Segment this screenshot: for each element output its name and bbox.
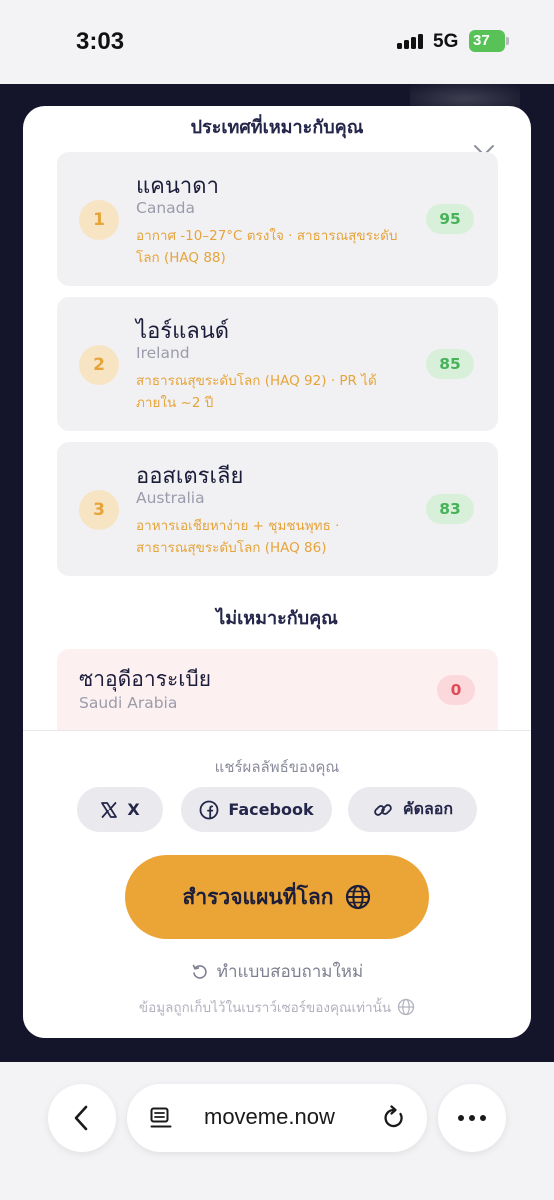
country-name-th: ซาอุดีอาระเบีย <box>79 667 212 691</box>
country-card-ireland[interactable]: 2 ไอร์แลนด์ Ireland สาธารณสุขระดับโลก (H… <box>57 297 498 431</box>
status-bar: 3:03 5G 37 <box>0 0 554 84</box>
address-bar[interactable]: moveme.now <box>127 1084 427 1152</box>
retake-label: ทำแบบสอบถามใหม่ <box>216 962 364 982</box>
modal-title: ประเทศที่เหมาะกับคุณ <box>190 117 364 138</box>
x-logo-icon <box>101 801 118 818</box>
rank-badge: 3 <box>79 490 119 530</box>
globe-icon <box>346 884 371 910</box>
country-name-en: Australia <box>136 489 205 507</box>
more-options-button[interactable] <box>438 1084 506 1152</box>
network-label: 5G <box>433 31 459 52</box>
reader-mode-icon[interactable] <box>149 1106 173 1130</box>
country-name-en: Saudi Arabia <box>79 694 178 712</box>
match-reason: สาธารณสุขระดับโลก (HAQ 92) · PR ได้ภายใน… <box>136 373 377 411</box>
country-card-canada[interactable]: 1 แคนาดา Canada อากาศ -10–27°C ตรงใจ · ส… <box>57 152 498 286</box>
country-name-th: ไอร์แลนด์ <box>136 319 230 344</box>
country-name-en: Canada <box>136 199 195 217</box>
country-name-th: ออสเตรเลีย <box>136 464 244 489</box>
match-score-badge: 83 <box>426 494 474 524</box>
status-time: 3:03 <box>76 28 125 55</box>
not-suitable-title: ไม่เหมาะกับคุณ <box>216 608 338 629</box>
battery-level: 37 <box>473 32 490 49</box>
explore-world-map-button[interactable]: สำรวจแผนที่โลก <box>125 855 429 939</box>
share-x-button[interactable]: X <box>77 787 163 832</box>
dot <box>480 1115 486 1121</box>
back-button[interactable] <box>48 1084 116 1152</box>
rank-badge: 2 <box>79 345 119 385</box>
match-score-badge: 85 <box>426 349 474 379</box>
country-name-en: Ireland <box>136 344 190 362</box>
copy-link-button[interactable]: คัดลอก <box>348 787 477 832</box>
match-score-badge: 0 <box>437 675 475 705</box>
chevron-left-icon <box>74 1105 88 1131</box>
share-facebook-label: Facebook <box>228 800 314 819</box>
link-icon <box>374 803 392 816</box>
rank-badge: 1 <box>79 200 119 240</box>
share-label: แชร์ผลลัพธ์ของคุณ <box>214 758 340 776</box>
modal-footer: แชร์ผลลัพธ์ของคุณ X Facebook คัดลอก สำรว… <box>23 730 531 1038</box>
signal-icon <box>397 33 423 49</box>
globe-small-icon <box>397 998 415 1016</box>
retake-quiz-link[interactable]: ทำแบบสอบถามใหม่ <box>23 958 531 985</box>
explore-label: สำรวจแผนที่โลก <box>182 884 334 909</box>
reload-icon[interactable] <box>381 1104 407 1132</box>
share-facebook-button[interactable]: Facebook <box>181 787 332 832</box>
country-card-australia[interactable]: 3 ออสเตรเลีย Australia อาหารเอเชียหาง่าย… <box>57 442 498 576</box>
match-reason: อาหารเอเชียหาง่าย + ชุมชนพุทธ · สาธารณสุ… <box>136 518 340 556</box>
country-card-saudi-arabia[interactable]: ซาอุดีอาระเบีย Saudi Arabia 0 <box>57 649 498 739</box>
match-reason: อากาศ -10–27°C ตรงใจ · สาธารณสุขระดับโลก… <box>136 228 398 266</box>
share-x-label: X <box>127 800 140 819</box>
copy-link-label: คัดลอก <box>402 799 454 818</box>
refresh-icon <box>192 964 207 979</box>
dot <box>458 1115 464 1121</box>
privacy-note: ข้อมูลถูกเก็บไว้ในเบราว์เซอร์ของคุณเท่าน… <box>23 996 531 1018</box>
country-name-th: แคนาดา <box>136 174 219 199</box>
match-score-badge: 95 <box>426 204 474 234</box>
dot <box>469 1115 475 1121</box>
battery-cap <box>506 37 509 45</box>
privacy-text: ข้อมูลถูกเก็บไว้ในเบราว์เซอร์ของคุณเท่าน… <box>138 1000 392 1016</box>
url-text: moveme.now <box>204 1104 335 1129</box>
browser-toolbar: moveme.now <box>0 1062 554 1200</box>
battery-icon: 37 <box>469 30 505 52</box>
results-modal: ประเทศที่เหมาะกับคุณ 1 แคนาดา Canada อาก… <box>23 106 531 1038</box>
facebook-icon <box>199 800 219 819</box>
